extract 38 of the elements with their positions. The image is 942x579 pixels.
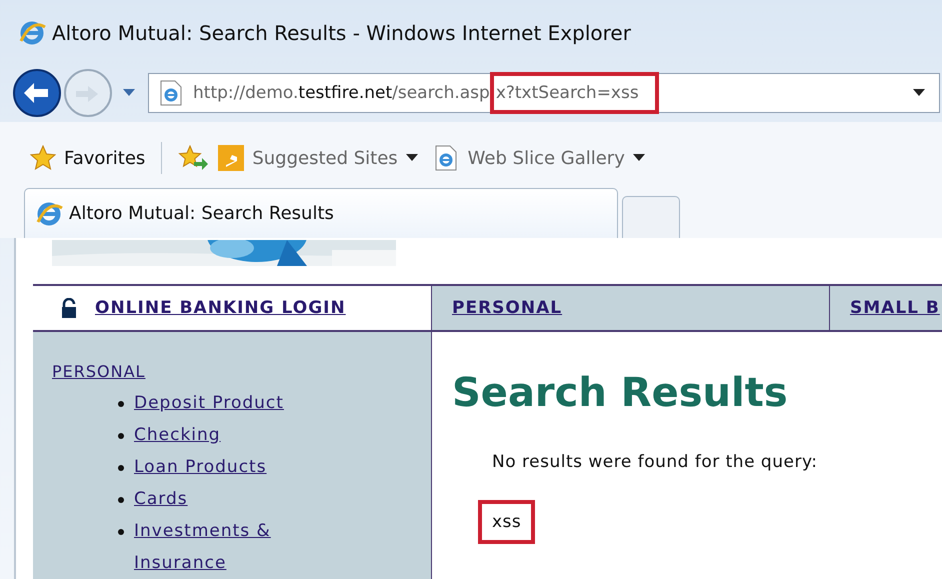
url-text: testfire.net: [298, 83, 392, 103]
sidebar-link[interactable]: Loan Products: [134, 451, 267, 483]
highlighted-url-text: x?txtSearch=xss: [490, 72, 659, 114]
caret-icon[interactable]: [913, 89, 925, 97]
bullet-icon: [118, 529, 124, 535]
sidebar-link[interactable]: Checking: [134, 419, 221, 451]
message-text: No results were found for the query:: [492, 452, 818, 472]
bing-icon: [218, 145, 244, 171]
bullet-icon: [118, 433, 124, 439]
lock-icon: [61, 298, 77, 318]
url-text: http://demo.: [193, 83, 298, 103]
browser-icon: [35, 200, 63, 228]
caret-icon: [406, 154, 418, 162]
browser-tab[interactable]: Altoro Mutual: Search Results: [24, 188, 618, 238]
star-icon: [30, 145, 56, 171]
back-button[interactable]: [12, 68, 62, 118]
favorites-button[interactable]: Favorites: [30, 145, 146, 171]
dropdown-caret-icon[interactable]: [122, 88, 136, 98]
bullet-icon: [118, 465, 124, 471]
nav-link[interactable]: ONLINE BANKING LOGIN: [95, 298, 346, 318]
window-title: Altoro Mutual: Search Results - Windows Internet Explorer: [52, 21, 631, 45]
sidebar-link[interactable]: Deposit Product: [134, 387, 284, 419]
favorites-link[interactable]: Suggested Sites: [218, 145, 418, 171]
bullet-icon: [118, 401, 124, 407]
favorites-link[interactable]: Web Slice Gallery: [432, 144, 645, 172]
sidebar-link[interactable]: Investments & Insurance: [134, 515, 318, 579]
page-heading: Search Results: [452, 370, 789, 416]
sidebar-link[interactable]: PERSONAL: [52, 362, 146, 381]
url-text: /search.asp: [392, 83, 490, 103]
bullet-icon: [118, 497, 124, 503]
add-favorite-icon[interactable]: [178, 145, 208, 171]
highlighted-query-text: xss: [478, 500, 536, 544]
caret-icon: [632, 154, 645, 162]
address-field[interactable]: http://demo.testfire.net/search.asp x?txtSearch=xss: [148, 73, 940, 113]
nav-link[interactable]: SMALL B: [850, 298, 940, 318]
sidebar-link[interactable]: Cards: [134, 483, 188, 515]
browser-icon: [18, 19, 46, 47]
nav-link[interactable]: PERSONAL: [452, 298, 562, 318]
